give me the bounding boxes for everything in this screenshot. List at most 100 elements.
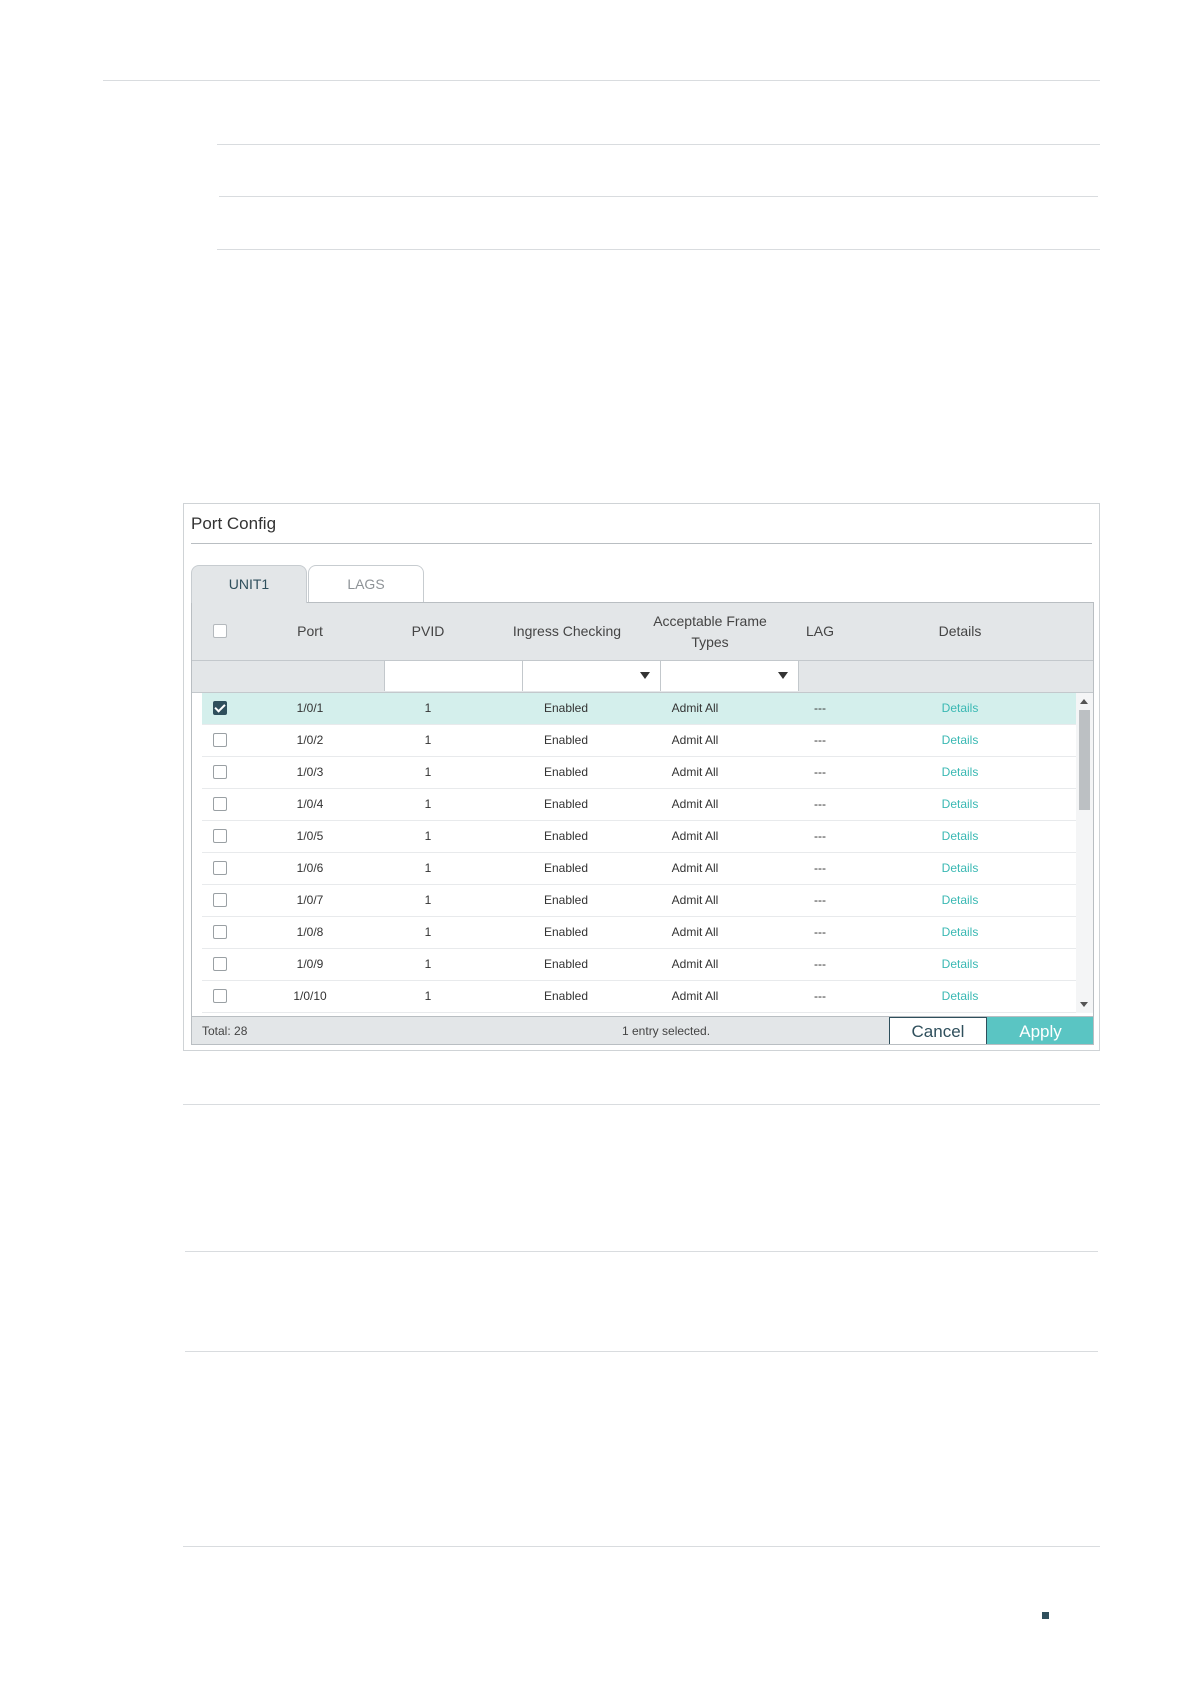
ingress-cell: Enabled [543, 765, 589, 779]
column-header-ingress: Ingress Checking [512, 623, 622, 639]
ingress-cell: Enabled [543, 925, 589, 939]
details-link[interactable]: Details [910, 917, 1010, 948]
pvid-cell: 1 [424, 989, 432, 1003]
pvid-cell: 1 [424, 701, 432, 715]
ingress-filter-select[interactable] [522, 661, 661, 691]
row-checkbox[interactable] [213, 861, 227, 875]
page-rule [103, 80, 1100, 81]
table-row[interactable]: 1/0/10 1 Enabled Admit All --- Details [202, 981, 1077, 1013]
pvid-cell: 1 [424, 861, 432, 875]
port-cell: 1/0/10 [293, 989, 327, 1003]
ingress-cell: Enabled [543, 957, 589, 971]
panel-title: Port Config [191, 514, 277, 533]
lag-cell: --- [814, 925, 826, 939]
row-checkbox[interactable] [213, 701, 227, 715]
table-row[interactable]: 1/0/7 1 Enabled Admit All --- Details [202, 885, 1077, 917]
table-footer: Total: 28 1 entry selected. Cancel Apply [192, 1016, 1093, 1044]
page-rule [219, 196, 1098, 197]
row-checkbox[interactable] [213, 893, 227, 907]
port-cell: 1/0/2 [296, 733, 324, 747]
scroll-up-icon[interactable] [1080, 699, 1088, 704]
port-cell: 1/0/3 [296, 765, 324, 779]
caret-down-icon [640, 672, 650, 679]
table-row[interactable]: 1/0/6 1 Enabled Admit All --- Details [202, 853, 1077, 885]
port-table: Port PVID Ingress Checking Acceptable Fr… [191, 602, 1094, 1045]
port-config-panel: Port Config UNIT1 LAGS Port PVID Ingress… [183, 503, 1100, 1051]
port-cell: 1/0/8 [296, 925, 324, 939]
pvid-cell: 1 [424, 765, 432, 779]
row-checkbox[interactable] [213, 957, 227, 971]
page-rule [217, 144, 1100, 145]
filter-row [192, 661, 1093, 693]
table-row[interactable]: 1/0/3 1 Enabled Admit All --- Details [202, 757, 1077, 789]
table-scrollbar[interactable] [1076, 693, 1093, 1013]
table-row[interactable]: 1/0/9 1 Enabled Admit All --- Details [202, 949, 1077, 981]
port-cell: 1/0/9 [296, 957, 324, 971]
lag-cell: --- [814, 797, 826, 811]
table-row[interactable]: 1/0/2 1 Enabled Admit All --- Details [202, 725, 1077, 757]
lag-cell: --- [814, 701, 826, 715]
table-row[interactable]: 1/0/4 1 Enabled Admit All --- Details [202, 789, 1077, 821]
ingress-cell: Enabled [543, 701, 589, 715]
ingress-cell: Enabled [543, 829, 589, 843]
pvid-cell: 1 [424, 797, 432, 811]
caret-down-icon [778, 672, 788, 679]
table-row[interactable]: 1/0/8 1 Enabled Admit All --- Details [202, 917, 1077, 949]
frame-types-cell: Admit All [671, 701, 719, 715]
table-body: 1/0/1 1 Enabled Admit All --- Details 1/0/2 1 En… [192, 693, 1077, 1013]
frame-types-cell: Admit All [671, 829, 719, 843]
page-rule [185, 1351, 1098, 1352]
details-link[interactable]: Details [910, 981, 1010, 1012]
ingress-cell: Enabled [543, 797, 589, 811]
page-rule [217, 249, 1100, 250]
details-link[interactable]: Details [910, 821, 1010, 852]
lag-cell: --- [814, 733, 826, 747]
cancel-button[interactable]: Cancel [889, 1017, 987, 1044]
details-link[interactable]: Details [910, 949, 1010, 980]
ingress-cell: Enabled [543, 733, 589, 747]
details-link[interactable]: Details [910, 757, 1010, 788]
row-checkbox[interactable] [213, 733, 227, 747]
pvid-cell: 1 [424, 893, 432, 907]
select-all-checkbox[interactable] [213, 624, 227, 638]
row-checkbox[interactable] [213, 829, 227, 843]
apply-button[interactable]: Apply [987, 1017, 1093, 1044]
lag-cell: --- [814, 989, 826, 1003]
details-link[interactable]: Details [910, 789, 1010, 820]
details-link[interactable]: Details [910, 725, 1010, 756]
frame-types-cell: Admit All [671, 925, 719, 939]
column-header-lag: LAG [805, 623, 834, 639]
lag-cell: --- [814, 861, 826, 875]
pvid-cell: 1 [424, 957, 432, 971]
row-checkbox[interactable] [213, 765, 227, 779]
row-checkbox[interactable] [213, 925, 227, 939]
tab-unit1[interactable]: UNIT1 [191, 565, 307, 603]
column-header-frame-types: Acceptable Frame Types [653, 612, 767, 650]
scroll-thumb[interactable] [1079, 710, 1090, 810]
tab-lags[interactable]: LAGS [308, 565, 424, 602]
frame-types-cell: Admit All [671, 861, 719, 875]
page-corner-mark [1042, 1612, 1049, 1619]
table-row[interactable]: 1/0/5 1 Enabled Admit All --- Details [202, 821, 1077, 853]
table-row[interactable]: 1/0/1 1 Enabled Admit All --- Details [202, 693, 1077, 725]
frame-types-cell: Admit All [671, 733, 719, 747]
frame-types-cell: Admit All [671, 957, 719, 971]
ingress-cell: Enabled [543, 989, 589, 1003]
details-link[interactable]: Details [910, 885, 1010, 916]
scroll-down-icon[interactable] [1080, 1002, 1088, 1007]
details-link[interactable]: Details [910, 693, 1010, 724]
pvid-filter-input[interactable] [384, 661, 523, 691]
frame-types-filter-select[interactable] [660, 661, 799, 691]
pvid-cell: 1 [424, 925, 432, 939]
details-link[interactable]: Details [910, 853, 1010, 884]
title-divider [191, 543, 1092, 544]
total-count: Total: 28 [202, 1024, 248, 1038]
ingress-cell: Enabled [543, 861, 589, 875]
port-cell: 1/0/7 [296, 893, 324, 907]
port-cell: 1/0/5 [296, 829, 324, 843]
selection-status: 1 entry selected. [622, 1024, 711, 1038]
row-checkbox[interactable] [213, 797, 227, 811]
row-checkbox[interactable] [213, 989, 227, 1003]
frame-types-cell: Admit All [671, 765, 719, 779]
page-rule [183, 1104, 1100, 1105]
